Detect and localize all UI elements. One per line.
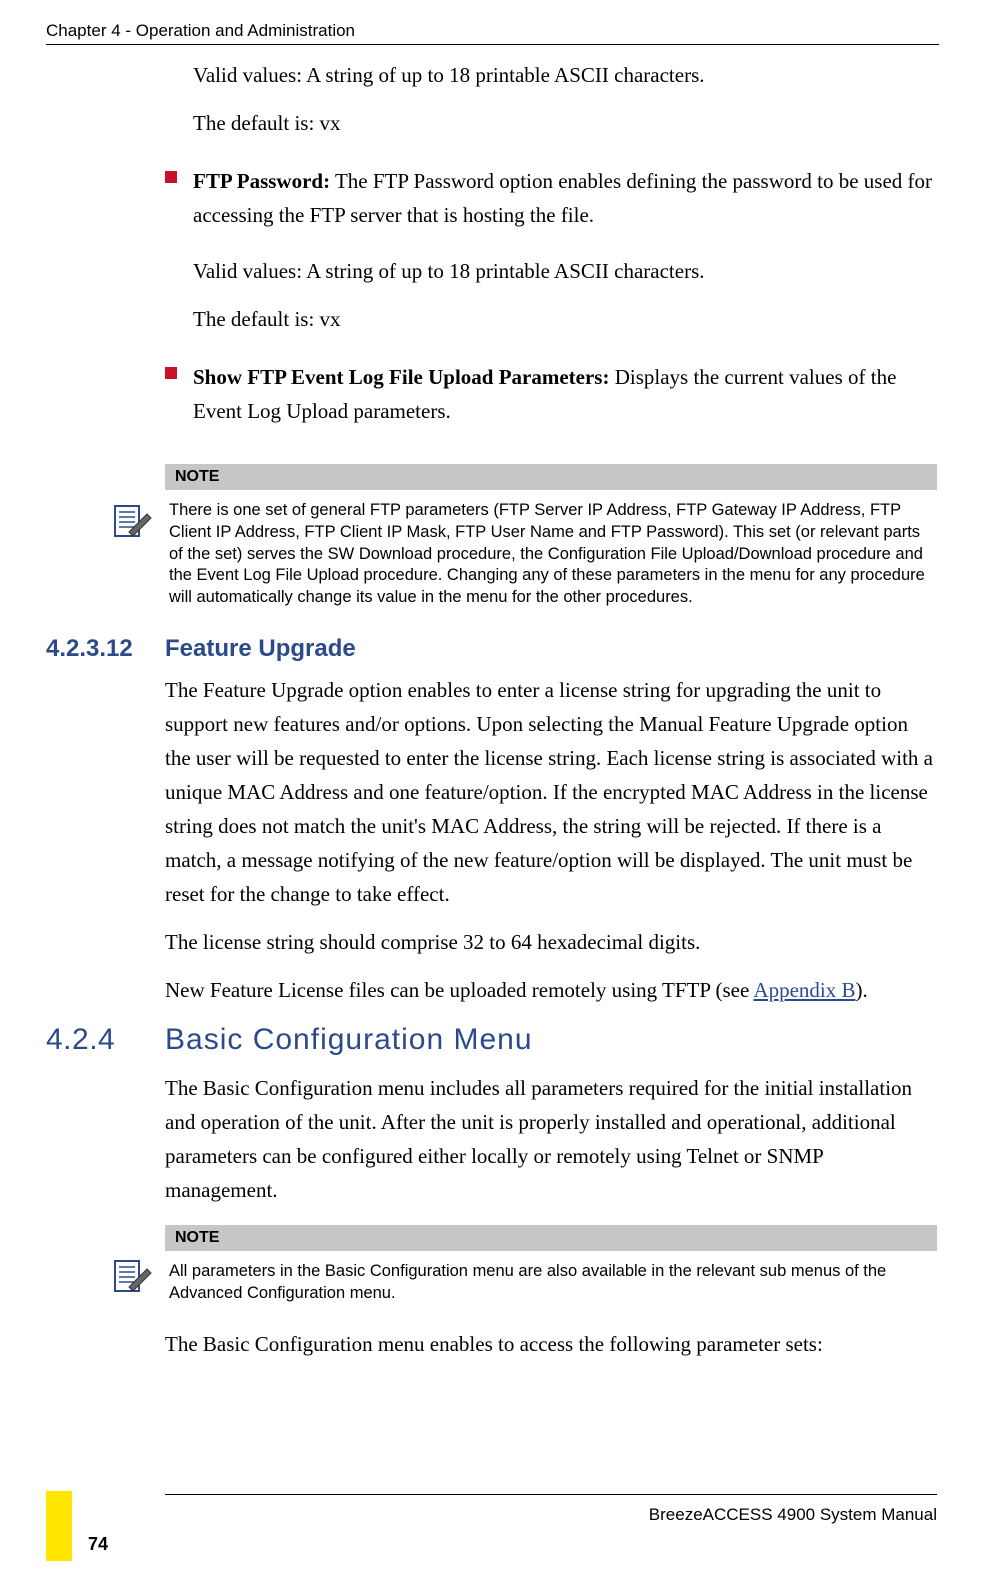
section-title-feature-upgrade: Feature Upgrade — [165, 635, 356, 663]
note-body-1: There is one set of general FTP paramete… — [165, 500, 937, 615]
chapter-header: Chapter 4 - Operation and Administration — [46, 21, 355, 41]
default-1: The default is: vx — [193, 106, 937, 140]
header-rule — [46, 44, 939, 45]
section-number-basic-config: 4.2.4 — [46, 1023, 156, 1057]
appendix-b-link[interactable]: Appendix B — [753, 978, 855, 1002]
bullet-marker-icon — [165, 367, 177, 379]
note-basic-config: NOTE All parameters in the Basic Configu… — [165, 1225, 937, 1311]
basic-config-param-sets: The Basic Configuration menu enables to … — [165, 1327, 937, 1361]
note-ftp-parameters: NOTE There is one set of general FTP par… — [165, 464, 937, 615]
footer-manual-title: BreezeACCESS 4900 System Manual — [649, 1505, 937, 1525]
yellow-tab-icon — [46, 1491, 72, 1561]
valid-values-1: Valid values: A string of up to 18 print… — [193, 58, 937, 92]
p7-prefix: New Feature License files can be uploade… — [165, 978, 753, 1002]
note-pencil-icon — [109, 1253, 153, 1302]
bullet-label-2: Show FTP Event Log File Upload Parameter… — [193, 365, 609, 389]
note-head-1: NOTE — [165, 464, 937, 490]
note-body-2: All parameters in the Basic Configuratio… — [165, 1261, 937, 1311]
section-title-basic-config: Basic Configuration Menu — [165, 1023, 533, 1057]
footer-rule — [165, 1494, 937, 1495]
section-number-feature-upgrade: 4.2.3.12 — [46, 635, 156, 663]
default-2: The default is: vx — [193, 302, 937, 336]
valid-values-2: Valid values: A string of up to 18 print… — [193, 254, 937, 288]
bullet-marker-icon — [165, 171, 177, 183]
feature-upgrade-desc: The Feature Upgrade option enables to en… — [165, 673, 937, 911]
feature-license-tftp: New Feature License files can be uploade… — [165, 973, 937, 1007]
page-number: 74 — [88, 1534, 108, 1555]
license-string-digits: The license string should comprise 32 to… — [165, 925, 937, 959]
bullet-show-ftp-params: Show FTP Event Log File Upload Parameter… — [165, 360, 937, 428]
basic-config-desc: The Basic Configuration menu includes al… — [165, 1071, 937, 1207]
bullet-label-1: FTP Password: — [193, 169, 330, 193]
note-head-2: NOTE — [165, 1225, 937, 1251]
bullet-ftp-password: FTP Password: The FTP Password option en… — [165, 164, 937, 232]
p7-suffix: ). — [856, 978, 868, 1002]
note-pencil-icon — [109, 498, 153, 547]
